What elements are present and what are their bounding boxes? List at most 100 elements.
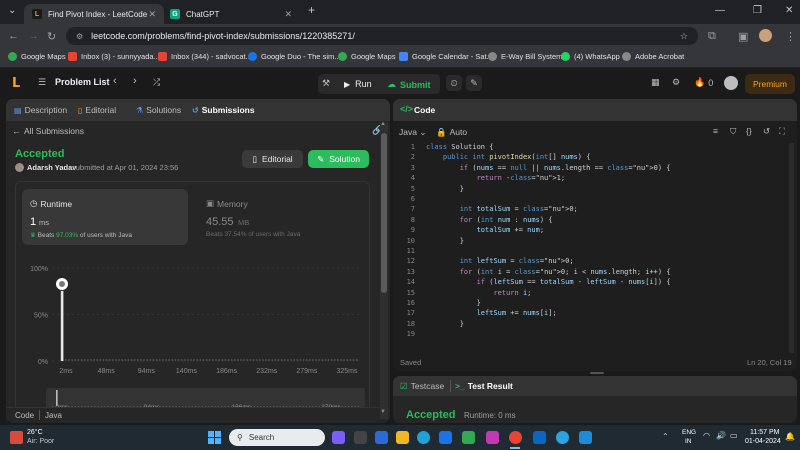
app-icon[interactable] [375, 431, 388, 444]
tab-testcase[interactable]: ☑ Testcase [400, 381, 444, 392]
file-explorer-icon[interactable] [396, 431, 409, 444]
debug-icon[interactable]: ⚒ [322, 78, 330, 89]
telegram-icon[interactable] [556, 431, 569, 444]
chrome-icon[interactable] [509, 431, 522, 444]
bookmark-item[interactable]: Google Duo - The sim... [248, 52, 340, 61]
task-view-icon[interactable] [354, 431, 367, 444]
tab-submissions[interactable]: ↺ Submissions [192, 105, 255, 115]
app-icon[interactable] [439, 431, 452, 444]
code-line[interactable]: 8 for (int num : nums) { [393, 216, 793, 226]
close-window-icon[interactable]: ✕ [785, 5, 793, 16]
profile-avatar[interactable] [759, 29, 772, 42]
panel-resize-handle[interactable] [590, 372, 604, 374]
battery-icon[interactable]: ▭ [730, 431, 738, 440]
clock-time[interactable]: 11:57 PM [750, 429, 779, 436]
restore-icon[interactable]: ❐ [753, 5, 762, 16]
code-line[interactable]: 12 int leftSum = class="nu">0; [393, 257, 793, 267]
code-line[interactable]: 16 } [393, 299, 793, 309]
leetcode-logo-icon[interactable]: ᒪ [12, 75, 20, 91]
memory-box[interactable]: ▣ Memory 45.55 MB Beats 37.54% of users w… [198, 189, 364, 245]
scrollbar-thumb[interactable] [381, 133, 387, 293]
site-info-icon[interactable]: ⚙ [76, 32, 83, 41]
code-line[interactable]: 1 class Solution { [393, 143, 793, 153]
code-line[interactable]: 17 leftSum += nums[i]; [393, 309, 793, 319]
language-select[interactable]: Java ⌄ [399, 127, 426, 138]
code-line[interactable]: 15 return i; [393, 289, 793, 299]
code-line[interactable]: 18 } [393, 320, 793, 330]
braces-icon[interactable]: {} [746, 126, 752, 136]
notification-icon[interactable]: 🔔 [785, 432, 795, 441]
editorial-button[interactable]: ▯ Editorial [242, 150, 303, 168]
code-line[interactable]: 19 [393, 330, 793, 340]
solution-button[interactable]: ✎ Solution [308, 150, 369, 168]
problem-list-link[interactable]: Problem List [55, 77, 110, 87]
language-indicator[interactable]: ENG [682, 429, 696, 436]
weather-icon[interactable] [10, 431, 23, 444]
scroll-up-icon[interactable]: ▲ [380, 121, 386, 127]
bookmark-item[interactable]: Google Calendar - Sat... [399, 52, 493, 61]
scroll-down-icon[interactable]: ▼ [380, 409, 386, 415]
run-button[interactable]: ▶ Run [344, 79, 372, 89]
tab-leetcode[interactable]: L Find Pivot Index - LeetCode ✕ [24, 4, 164, 24]
user-avatar[interactable] [724, 76, 738, 90]
code-line[interactable]: 7 int totalSum = class="nu">0; [393, 205, 793, 215]
app-icon[interactable] [332, 431, 345, 444]
bookmark-icon[interactable]: ⛉ [730, 126, 736, 137]
weather-temp[interactable]: 26°C [27, 429, 43, 436]
premium-button[interactable]: Premium [745, 74, 795, 94]
notes-icon[interactable]: ✎ [466, 75, 482, 91]
tab-chatgpt[interactable]: G ChatGPT ✕ [162, 4, 300, 24]
linkedin-icon[interactable] [533, 431, 546, 444]
close-tab-icon[interactable]: ✕ [148, 9, 156, 20]
new-tab-button[interactable]: + [308, 3, 315, 17]
format-icon[interactable]: ≡ [713, 126, 718, 136]
sidebar-icon[interactable]: ▣ [738, 30, 748, 43]
bookmark-item[interactable]: (4) WhatsApp [561, 52, 620, 61]
forward-icon[interactable]: → [28, 30, 39, 42]
wifi-icon[interactable]: ◠ [703, 431, 710, 440]
shuffle-icon[interactable]: ⤮ [153, 77, 160, 88]
scrollbar-track[interactable]: ▲ ▼ [380, 121, 388, 419]
minimize-icon[interactable]: — [715, 5, 725, 16]
prev-problem-icon[interactable]: ‹ [113, 75, 117, 87]
code-line[interactable]: 10 } [393, 237, 793, 247]
bookmark-item[interactable]: Inbox (344) - sadvocat... [158, 52, 252, 61]
close-tab-icon[interactable]: ✕ [284, 9, 292, 20]
code-line[interactable]: 6 [393, 195, 793, 205]
tray-expand-icon[interactable]: ⌃ [662, 432, 669, 441]
autocomplete-toggle[interactable]: 🔒 Auto [436, 127, 467, 138]
runtime-box[interactable]: ◷ Runtime 1 ms ♛ Beats 97.03% of users wi… [22, 189, 188, 245]
menu-icon[interactable]: ⋮ [785, 30, 796, 43]
tab-description[interactable]: ▤ Description [14, 105, 67, 115]
next-problem-icon[interactable]: › [133, 75, 137, 87]
code-line[interactable]: 4 return -class="nu">1; [393, 174, 793, 184]
editor-scrollbar[interactable] [789, 143, 794, 353]
back-arrow-icon[interactable]: ← [12, 126, 21, 136]
reload-icon[interactable]: ↻ [47, 30, 56, 43]
windows-start-icon[interactable] [208, 431, 221, 444]
vscode-icon[interactable] [579, 431, 592, 444]
runtime-distribution-chart[interactable]: 100% 50% 0% 2ms 48ms 94ms 140ms 186ms 232ms 279ms… [16, 248, 371, 418]
tab-solutions[interactable]: ⚗ Solutions [136, 105, 181, 115]
code-line[interactable]: 5 } [393, 185, 793, 195]
bookmark-item[interactable]: Google Maps [8, 52, 66, 61]
code-line[interactable]: 2 public int pivotIndex(int[] nums) { [393, 153, 793, 163]
bookmark-item[interactable]: Adobe Acrobat [622, 52, 684, 61]
code-line[interactable]: 14 if (leftSum == totalSum - leftSum - n… [393, 278, 793, 288]
bookmark-star-icon[interactable]: ☆ [680, 31, 688, 42]
reset-icon[interactable]: ↺ [763, 126, 770, 137]
code-line[interactable]: 11 [393, 247, 793, 257]
code-editor[interactable]: 1 class Solution {2 public int pivotIndex… [393, 143, 789, 355]
edge-icon[interactable] [417, 431, 430, 444]
code-line[interactable]: 13 for (int i = class="nu">0; i < nums.l… [393, 268, 793, 278]
submit-button[interactable]: ☁ Submit [387, 79, 431, 90]
tab-editorial[interactable]: ▯ Editorial [78, 105, 116, 115]
all-submissions-link[interactable]: All Submissions [24, 126, 84, 136]
bookmark-item[interactable]: Inbox (3) - sunnyyada... [68, 52, 160, 61]
bookmark-item[interactable]: E-Way Bill System [488, 52, 562, 61]
extensions-icon[interactable]: ⧉ [708, 30, 716, 43]
url-input[interactable]: ⚙ leetcode.com/problems/find-pivot-index… [66, 27, 698, 45]
tab-search-icon[interactable]: ⌄ [8, 5, 16, 16]
bookmark-item[interactable]: Google Maps [338, 52, 396, 61]
fullscreen-icon[interactable]: ⛶ [779, 126, 785, 137]
